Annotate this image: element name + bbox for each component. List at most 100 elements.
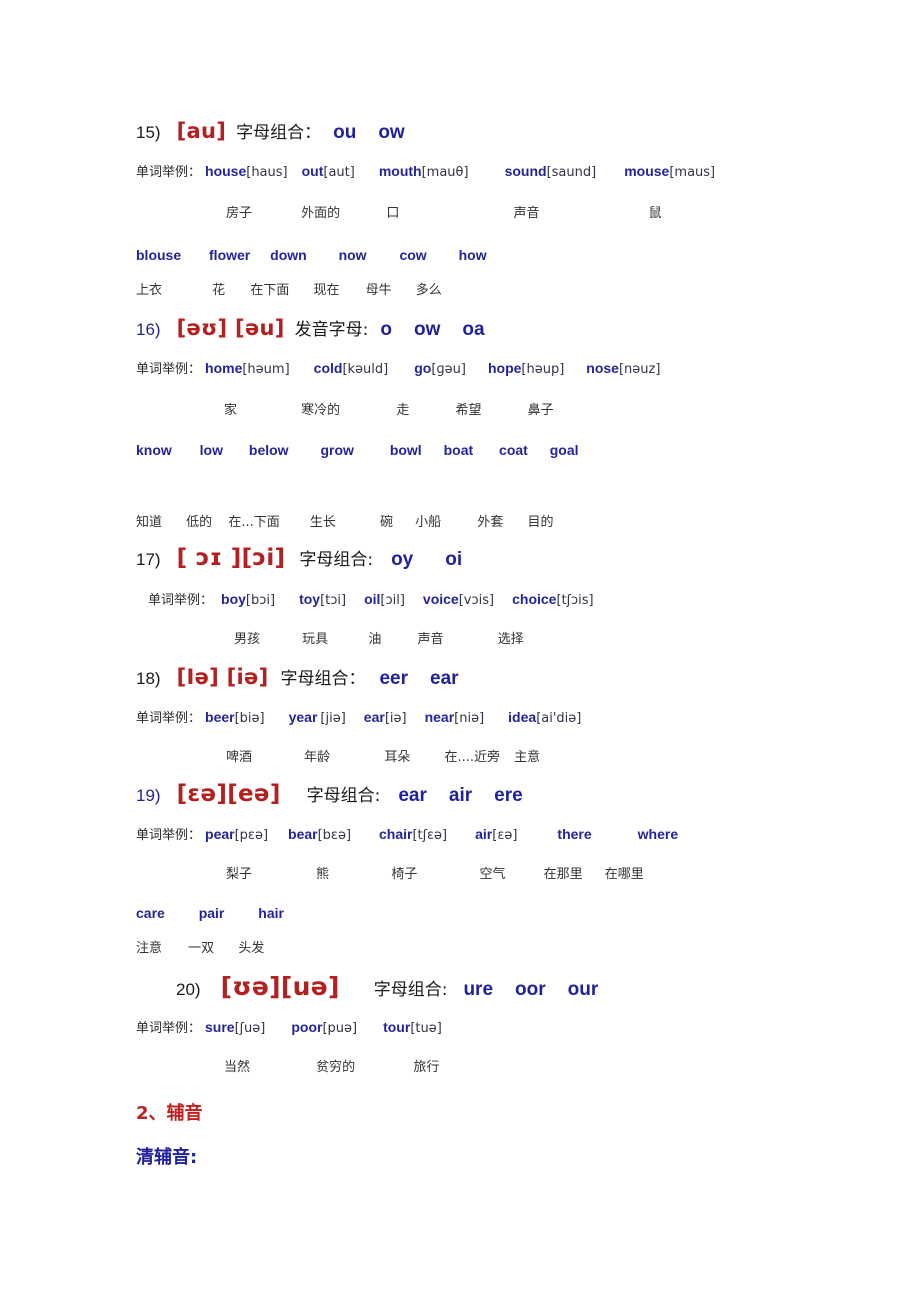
- word: now: [338, 247, 367, 263]
- gloss: 啤酒: [226, 750, 253, 765]
- extra-words-row-19: care pair hair: [136, 905, 836, 921]
- example-item: air[ɛə]: [475, 826, 517, 843]
- combo: ure: [463, 979, 494, 1000]
- extra-glosses-row-16: 知道 低的 在...下面 生长 碗 小船 外套 目的: [136, 511, 836, 530]
- rule-ipa-19: [ɛə][eə]: [176, 781, 281, 807]
- rule-combos-15: ou ow: [333, 122, 405, 144]
- gloss: 目的: [527, 515, 554, 530]
- example-item: beer[biə]: [205, 709, 265, 726]
- rule-number-20: 20): [176, 980, 201, 999]
- example-word: air: [475, 826, 493, 842]
- rule-number-18: 18): [136, 669, 161, 688]
- consonant-heading: 2、辅音: [136, 1103, 203, 1124]
- example-word: cold: [313, 360, 343, 376]
- word: below: [248, 442, 289, 458]
- examples-row-16: 单词举例： home[həum] cold[kəuld] go[ɡəu] hop…: [136, 358, 836, 377]
- example-word: house: [205, 163, 247, 179]
- gloss: 知道: [136, 515, 163, 530]
- example-ipa: [bɛə]: [317, 828, 352, 843]
- word: bowl: [389, 442, 422, 458]
- example-word: near: [424, 709, 455, 725]
- example-ipa: [niə]: [454, 711, 485, 726]
- gloss: 外面的: [301, 206, 341, 221]
- examples-row-18: 单词举例： beer[biə] year [jiə] ear[iə] near[n…: [136, 707, 836, 726]
- gloss: 一双: [188, 941, 215, 956]
- combo: eer: [379, 668, 409, 689]
- example-ipa: [jiə]: [320, 711, 346, 726]
- gloss: 注意: [136, 941, 163, 956]
- rule-ipa-17: [ ɔɪ ][ɔi]: [176, 545, 286, 571]
- example-ipa: [tuə]: [410, 1021, 442, 1036]
- rule-label-19: 字母组合:: [306, 786, 381, 806]
- example-ipa: [ʃuə]: [234, 1021, 266, 1036]
- example-ipa: [mauθ]: [421, 165, 469, 180]
- example-ipa: [vɔis]: [458, 593, 495, 608]
- example-word: beer: [205, 709, 235, 725]
- example-ipa: [nəuz]: [618, 362, 661, 377]
- gloss: 生长: [309, 515, 336, 530]
- example-item: pear[pɛə]: [205, 826, 268, 843]
- example-item: nose[nəuz]: [586, 360, 660, 377]
- examples-row-20: 单词举例： sure[ʃuə] poor[puə] tour[tuə]: [136, 1017, 836, 1036]
- example-ipa: [aut]: [323, 165, 355, 180]
- gloss: 现在: [313, 283, 340, 298]
- rule-heading-17: 17) [ ɔɪ ][ɔi] 字母组合: oy oi: [136, 545, 836, 571]
- gloss: 选择: [497, 632, 524, 647]
- examples-label: 单词举例：: [136, 828, 202, 843]
- example-word: chair: [379, 826, 413, 842]
- combo: oi: [445, 549, 463, 570]
- example-word: pear: [205, 826, 235, 842]
- example-word: out: [301, 163, 324, 179]
- combo: ow: [378, 122, 405, 143]
- example-ipa: [maus]: [669, 165, 716, 180]
- example-word: mouth: [378, 163, 422, 179]
- rule-label-15: 字母组合：: [236, 123, 322, 143]
- rule-heading-19: 19) [ɛə][eə] 字母组合: ear air ere: [136, 781, 836, 807]
- rule-label-20: 字母组合:: [373, 980, 448, 1000]
- rule-combos-16: o ow oa: [380, 319, 484, 341]
- combo: oor: [515, 979, 546, 1000]
- word: care: [136, 905, 165, 921]
- example-ipa: [ai'diə]: [536, 711, 582, 726]
- example-ipa: [kəuld]: [342, 362, 389, 377]
- gloss: 母牛: [365, 283, 392, 298]
- examples-label: 单词举例：: [148, 593, 214, 608]
- gloss: 小船: [415, 515, 442, 530]
- example-item: chair[tʃɛə]: [379, 826, 447, 843]
- example-item: bear[bɛə]: [288, 826, 351, 843]
- example-ipa: [bɔi]: [245, 593, 276, 608]
- combo: air: [448, 785, 473, 806]
- word: hair: [258, 905, 284, 921]
- rule-combos-17: oy oi: [391, 549, 462, 571]
- example-ipa: [ɡəu]: [431, 362, 466, 377]
- example-word: oil: [364, 591, 381, 607]
- gloss: 碗: [380, 515, 394, 530]
- document-page: 15) [au] 字母组合： ou ow 单词举例： house[haus] ou…: [0, 0, 920, 1302]
- example-ipa: [saund]: [546, 165, 597, 180]
- example-word: toy: [299, 591, 321, 607]
- rule-number-16: 16): [136, 320, 161, 339]
- example-item: go[ɡəu]: [414, 360, 466, 377]
- gloss: 声音: [417, 632, 444, 647]
- rule-ipa-20: [ʊə][uə]: [220, 972, 340, 1001]
- example-ipa: [pɛə]: [234, 828, 269, 843]
- example-word: hope: [487, 360, 522, 376]
- rule-combos-18: eer ear: [379, 668, 458, 690]
- rule-heading-20: 20) [ʊə][uə] 字母组合: ure oor our: [176, 972, 836, 1001]
- gloss: 在那里: [543, 867, 583, 882]
- glosses-row-18: 啤酒 年龄 耳朵 在....近旁 主意: [136, 746, 836, 765]
- example-ipa: [həum]: [242, 362, 290, 377]
- combo: ear: [430, 668, 459, 689]
- gloss: 鼻子: [527, 403, 554, 418]
- word: blouse: [136, 247, 182, 263]
- example-item: choice[tʃɔis]: [512, 591, 594, 608]
- gloss: 耳朵: [384, 750, 411, 765]
- example-item: ear[iə]: [364, 709, 407, 726]
- gloss: 外套: [477, 515, 504, 530]
- example-item: out[aut]: [302, 163, 355, 180]
- gloss: 声音: [513, 206, 540, 221]
- example-word: ear: [363, 709, 385, 725]
- example-ipa: [tʃɔis]: [556, 593, 594, 608]
- example-ipa: [tʃɛə]: [412, 828, 448, 843]
- example-item: mouth[mauθ]: [379, 163, 469, 180]
